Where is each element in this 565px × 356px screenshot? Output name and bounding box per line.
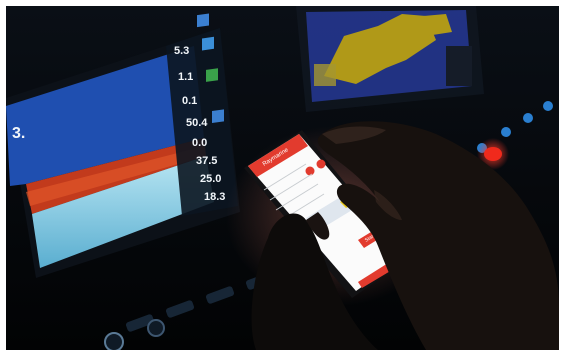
depth-label: 3.	[12, 125, 25, 142]
chart-plotter	[296, 6, 484, 112]
red-power-button-icon	[484, 147, 502, 161]
phone-circle-button-icon[interactable]	[305, 166, 315, 176]
readout: 50.4	[186, 117, 208, 129]
readout: 0.0	[192, 137, 207, 149]
circle-button-icon	[501, 127, 511, 137]
readout: 1.1	[178, 71, 193, 83]
readout: 25.0	[200, 173, 221, 185]
phone-circle-button-icon[interactable]	[316, 159, 326, 169]
readout: 0.1	[182, 95, 197, 107]
photo: 3. 5.3 1.1 0.1 50.4 0.0 37.5 25.0 18.3 R…	[6, 6, 559, 350]
circle-button-icon	[543, 101, 553, 111]
readout: 37.5	[196, 155, 217, 167]
readout: 5.3	[174, 45, 189, 57]
circle-button-icon	[523, 113, 533, 123]
scene: 3. 5.3 1.1 0.1 50.4 0.0 37.5 25.0 18.3 R…	[6, 6, 559, 350]
readout: 18.3	[204, 191, 225, 203]
